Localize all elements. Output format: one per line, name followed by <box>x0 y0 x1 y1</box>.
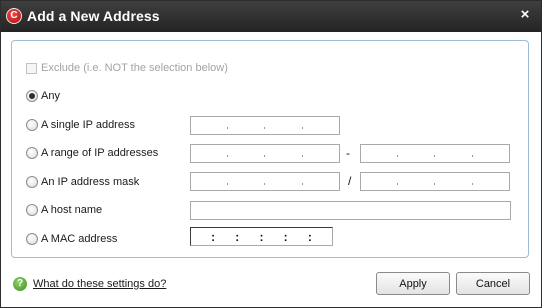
any-label: Any <box>41 90 60 102</box>
ip-range-radio[interactable] <box>26 147 38 159</box>
ip-range-option[interactable]: A range of IP addresses <box>26 145 158 161</box>
single-ip-option[interactable]: A single IP address <box>26 117 135 133</box>
help-icon[interactable]: ? <box>13 277 27 291</box>
ip-range-label: A range of IP addresses <box>41 147 159 159</box>
mac-label: A MAC address <box>41 233 118 245</box>
single-ip-radio[interactable] <box>26 119 38 131</box>
host-name-input[interactable] <box>190 201 511 220</box>
ip-mask-label: An IP address mask <box>41 176 140 188</box>
single-ip-input[interactable] <box>190 116 340 135</box>
ip-range-start-input[interactable] <box>190 144 340 163</box>
any-radio[interactable] <box>26 90 38 102</box>
mac-address-input[interactable]: : : : : : <box>190 227 333 246</box>
mac-option[interactable]: A MAC address <box>26 231 117 247</box>
host-name-label: A host name <box>41 204 103 216</box>
mask-separator: / <box>348 174 352 188</box>
mac-separator: : <box>259 229 264 244</box>
ip-mask-input[interactable] <box>360 172 510 191</box>
comodo-logo-icon: C <box>6 8 22 24</box>
apply-button[interactable]: Apply <box>376 272 450 295</box>
help-link[interactable]: What do these settings do? <box>33 278 166 290</box>
ip-mask-address-input[interactable] <box>190 172 340 191</box>
ip-mask-option[interactable]: An IP address mask <box>26 174 139 190</box>
exclude-row: Exclude (i.e. NOT the selection below) <box>26 60 228 76</box>
cancel-button[interactable]: Cancel <box>456 272 530 295</box>
host-name-radio[interactable] <box>26 204 38 216</box>
ip-range-end-input[interactable] <box>360 144 510 163</box>
dialog-title: Add a New Address <box>27 8 160 24</box>
mac-radio[interactable] <box>26 233 38 245</box>
range-separator: - <box>346 146 350 160</box>
exclude-label: Exclude (i.e. NOT the selection below) <box>41 62 228 74</box>
host-name-option[interactable]: A host name <box>26 202 102 218</box>
title-bar: C Add a New Address × <box>1 1 541 32</box>
single-ip-label: A single IP address <box>41 119 135 131</box>
exclude-checkbox[interactable] <box>26 62 37 74</box>
add-address-dialog: C Add a New Address × Exclude (i.e. NOT … <box>0 0 542 308</box>
mac-separator: : <box>211 229 216 244</box>
mac-separator: : <box>235 229 240 244</box>
mac-separator: : <box>283 229 288 244</box>
address-options-panel: Exclude (i.e. NOT the selection below) A… <box>11 40 529 258</box>
mac-separator: : <box>307 229 312 244</box>
ip-mask-radio[interactable] <box>26 176 38 188</box>
any-option[interactable]: Any <box>26 88 60 104</box>
close-icon[interactable]: × <box>518 7 532 23</box>
